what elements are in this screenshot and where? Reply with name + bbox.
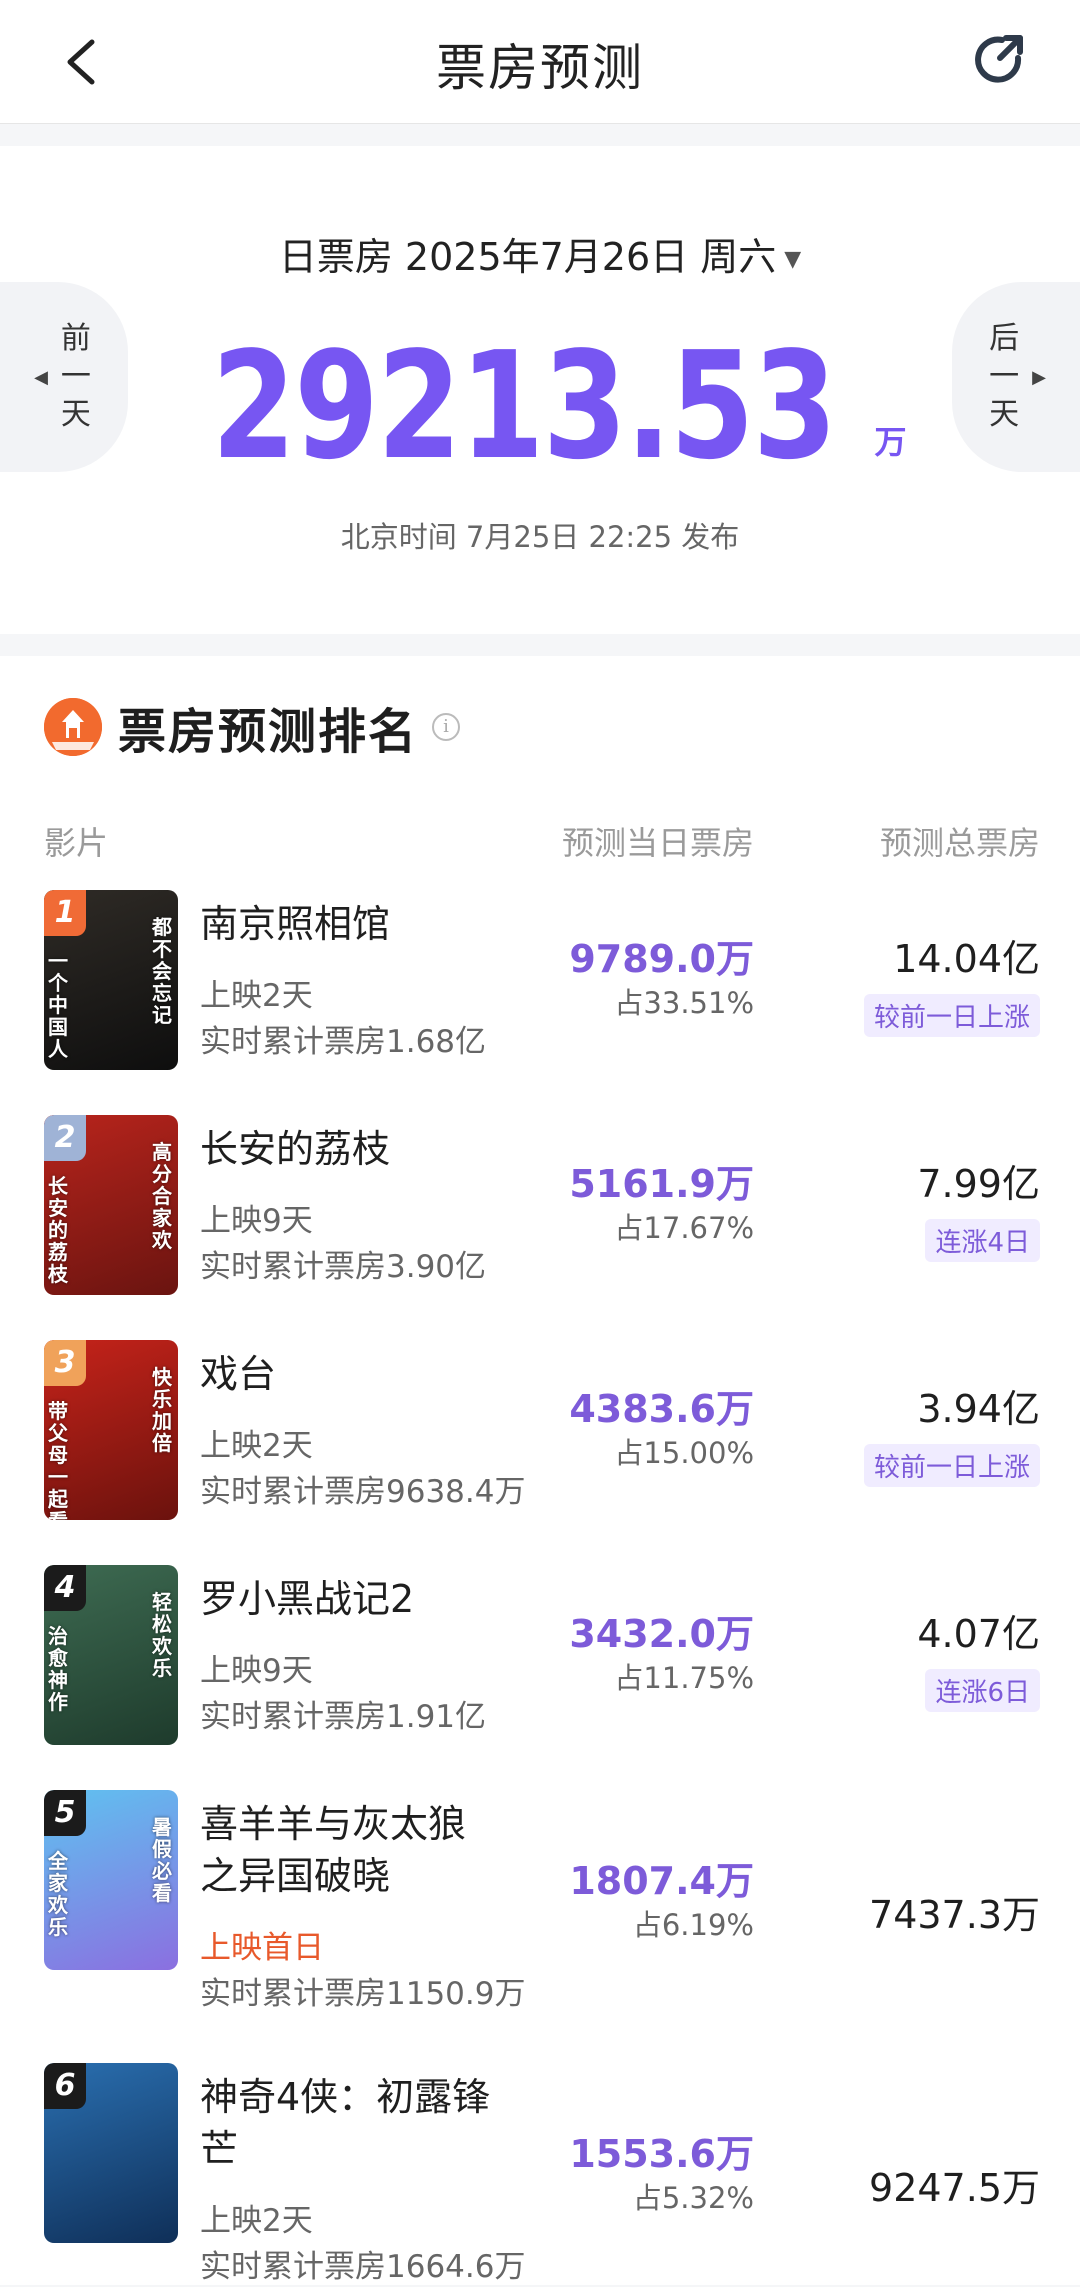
predicted-total-box-office: 3.94亿 [917,1387,1040,1431]
release-days: 上映首日 [200,1930,324,1966]
predicted-daily-box-office: 5161.9万 [569,1162,754,1206]
daily-box-office-card: 日票房 2025年7月26日 周六 ▼ ◀ 前 一 天 29213.53 万 后 一… [0,146,1080,634]
daily-amount-unit: 万 [874,423,907,461]
dropdown-caret-icon: ▼ [784,247,802,272]
cumulative-box-office: 实时累计票房1.68亿 [200,1024,487,1060]
movie-poster[interactable]: 高分合家欢 长安的荔枝 2 [44,1115,178,1295]
box-office-share: 占15.00% [614,1436,754,1470]
rank-badge: 2 [44,1115,86,1161]
poster-text-right: 暑假必看 [152,1815,172,1905]
movie-title[interactable]: 戏台 [200,1348,540,1400]
cumulative-box-office: 实时累计票房3.90亿 [200,1249,487,1285]
release-days: 上映2天 [200,1428,313,1464]
cumulative-box-office: 实时累计票房1.91亿 [200,1699,487,1735]
movie-title-line: 南京照相馆 [200,902,391,946]
box-office-share: 占17.67% [614,1211,754,1245]
rank-badge: 4 [44,1565,86,1611]
predicted-total-box-office: 4.07亿 [917,1612,1040,1656]
movie-title-line: 之异国破晓 [200,1854,391,1898]
info-icon[interactable]: i [432,713,461,741]
column-header-total: 预测总票房 [879,824,1040,862]
movie-row[interactable]: 快乐加倍 带父母一起看 3 戏台 上映2天 实时累计票房9638.4万 4383… [0,1340,1080,1564]
movie-title[interactable]: 长安的荔枝 [200,1123,540,1175]
column-header-daily: 预测当日票房 [561,824,754,862]
share-icon [975,35,1023,83]
poster-text-left: 长安的荔枝 [48,1174,68,1286]
cumulative-box-office: 实时累计票房9638.4万 [200,1474,526,1510]
movie-title-line: 长安的荔枝 [200,1127,391,1171]
movie-title[interactable]: 南京照相馆 [200,898,540,950]
poster-text-right: 快乐加倍 [152,1365,172,1455]
release-days: 上映9天 [200,1203,313,1239]
movie-poster[interactable]: 快乐加倍 带父母一起看 3 [44,1340,178,1520]
trend-tag: 连涨4日 [925,1219,1040,1262]
rank-badge: 5 [44,1790,86,1836]
release-days: 上映9天 [200,1653,313,1689]
predicted-daily-box-office: 4383.6万 [569,1387,754,1431]
box-office-share: 占33.51% [614,986,754,1020]
movie-row[interactable]: 暑假必看 全家欢乐 5 喜羊羊与灰太狼 之异国破晓 上映首日 实时累计票房1150… [0,1790,1080,2014]
movie-poster[interactable]: 轻松欢乐 治愈神作 4 [44,1565,178,1745]
movie-row[interactable]: 高分合家欢 长安的荔枝 2 长安的荔枝 上映9天 实时累计票房3.90亿 516… [0,1115,1080,1339]
poster-text-left: 一个中国人 [48,949,68,1061]
predicted-total-box-office: 14.04亿 [893,937,1040,981]
daily-amount: 29213.53 [211,320,838,492]
box-office-logo-icon [44,698,102,756]
next-day-button[interactable]: 后 一 天 ▶ [952,282,1080,472]
movie-title[interactable]: 罗小黑战记2 [200,1573,540,1625]
movie-title-line: 喜羊羊与灰太狼 [200,1802,467,1846]
date-selector[interactable]: 日票房 2025年7月26日 周六 ▼ [0,226,1080,281]
trend-tag: 较前一日上涨 [863,994,1040,1037]
rank-badge: 6 [44,2063,86,2109]
movie-title-line: 戏台 [200,1352,277,1396]
poster-text-left: 全家欢乐 [48,1849,68,1939]
movie-title[interactable]: 神奇4侠：初露锋芒 [200,2071,540,2175]
box-office-share: 占11.75% [614,1661,754,1695]
predicted-daily-box-office: 1807.4万 [569,1859,754,1903]
predicted-total-box-office: 7.99亿 [917,1162,1040,1206]
cumulative-box-office: 实时累计票房1150.9万 [200,1976,526,2012]
movie-row[interactable]: 轻松欢乐 治愈神作 4 罗小黑战记2 上映9天 实时累计票房1.91亿 3432… [0,1565,1080,1789]
page-title: 票房预测 [436,39,644,97]
date-heading: 日票房 2025年7月26日 周六 [278,235,777,279]
movie-title-line: 神奇4侠：初露锋 [200,2075,491,2119]
rank-badge: 1 [44,890,86,936]
movie-poster[interactable]: 都不会忘记 一个中国人 1 [44,890,178,1070]
daily-amount-display: 29213.53 万 [0,326,1080,486]
ranking-card: 票房预测排名 i 影片 预测当日票房 预测总票房 都不会忘记 一个中国人 1 南… [0,656,1080,2285]
publish-time: 北京时间 7月25日 22:25 发布 [340,520,740,554]
poster-text-right: 都不会忘记 [152,915,172,1027]
trend-tag: 连涨6日 [925,1669,1040,1712]
top-nav-bar: 票房预测 [0,0,1080,124]
movie-row[interactable]: 都不会忘记 一个中国人 1 南京照相馆 上映2天 实时累计票房1.68亿 978… [0,890,1080,1114]
movie-title[interactable]: 喜羊羊与灰太狼 之异国破晓 [200,1798,540,1902]
trend-tag: 较前一日上涨 [863,1444,1040,1487]
poster-text-left: 带父母一起看 [48,1399,68,1520]
rank-badge: 3 [44,1340,86,1386]
share-button[interactable] [968,28,1032,92]
movie-title-line: 罗小黑战记2 [200,1577,415,1621]
poster-text-right: 高分合家欢 [152,1140,172,1252]
movie-row[interactable]: 6 神奇4侠：初露锋芒 上映2天 实时累计票房1664.6万 1553.6万 占… [0,2063,1080,2287]
predicted-daily-box-office: 9789.0万 [569,937,754,981]
next-day-label: 后 一 天 [989,321,1020,432]
predicted-daily-box-office: 3432.0万 [569,1612,754,1656]
box-office-share: 占6.19% [632,1908,754,1942]
movie-title-line: 芒 [200,2127,239,2171]
ranking-title: 票房预测排名 [118,704,419,760]
release-days: 上映2天 [200,978,313,1014]
right-arrow-icon: ▶ [1032,366,1046,388]
box-office-share: 占5.32% [632,2181,754,2215]
movie-poster[interactable]: 6 [44,2063,178,2243]
predicted-total-box-office: 7437.3万 [869,1893,1040,1937]
ranking-header: 票房预测排名 i [44,692,461,762]
poster-text-right: 轻松欢乐 [152,1590,172,1680]
predicted-daily-box-office: 1553.6万 [569,2132,754,2176]
column-header-film: 影片 [44,824,109,862]
cumulative-box-office: 实时累计票房1664.6万 [200,2249,526,2285]
predicted-total-box-office: 9247.5万 [869,2166,1040,2210]
movie-poster[interactable]: 暑假必看 全家欢乐 5 [44,1790,178,1970]
release-days: 上映2天 [200,2203,313,2239]
poster-text-left: 治愈神作 [48,1624,68,1714]
